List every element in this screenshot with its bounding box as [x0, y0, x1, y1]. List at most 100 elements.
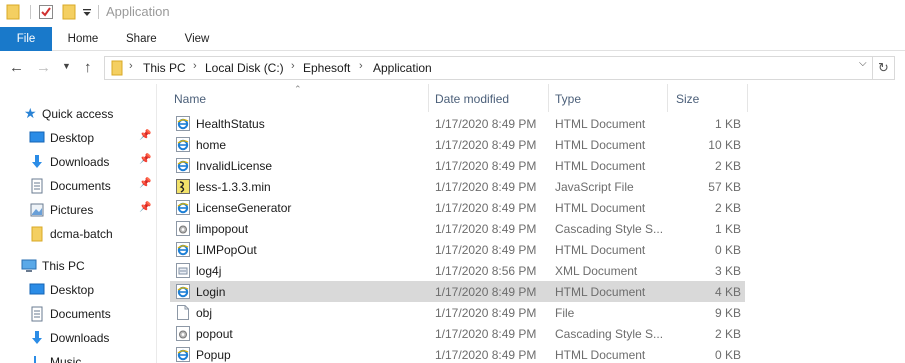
refresh-icon[interactable]: ↻: [873, 56, 895, 80]
desktop-icon: [29, 283, 45, 295]
breadcrumb-chevron-icon[interactable]: ›: [291, 60, 295, 72]
file-type: HTML Document: [555, 138, 646, 152]
column-header-size[interactable]: Size: [676, 92, 699, 114]
table-row[interactable]: obj 1/17/2020 8:49 PM File 9 KB: [170, 302, 745, 323]
column-header-name[interactable]: Name: [174, 92, 206, 114]
nav-item-documents[interactable]: Documents 📌: [0, 175, 156, 197]
pin-icon[interactable]: 📌: [139, 154, 151, 165]
file-date-modified: 1/17/2020 8:49 PM: [435, 285, 537, 299]
music-icon: [34, 356, 36, 363]
nav-pc-music[interactable]: Music: [0, 351, 156, 363]
documents-icon: [31, 178, 43, 194]
html-icon: [176, 116, 190, 131]
pin-icon[interactable]: 📌: [139, 130, 151, 141]
pin-icon[interactable]: 📌: [139, 202, 151, 213]
tab-share[interactable]: Share: [126, 27, 157, 51]
back-arrow-icon[interactable]: ←: [9, 59, 24, 76]
file-date-modified: 1/17/2020 8:56 PM: [435, 264, 537, 278]
navigation-pane: ★ Quick access Desktop 📌 Downloads 📌 Doc…: [0, 92, 156, 363]
nav-label: Downloads: [50, 155, 110, 169]
nav-label: Documents: [50, 307, 111, 321]
breadcrumb-application[interactable]: Application: [373, 61, 432, 75]
folder-icon: [6, 4, 20, 20]
breadcrumb-chevron-icon[interactable]: ›: [193, 60, 197, 72]
table-row[interactable]: Login 1/17/2020 8:49 PM HTML Document 4 KB: [170, 281, 745, 302]
table-row[interactable]: less-1.3.3.min 1/17/2020 8:49 PM JavaScrip…: [170, 176, 745, 197]
recent-locations-icon[interactable]: ▼: [62, 61, 71, 71]
table-row[interactable]: LIMPopOut 1/17/2020 8:49 PM HTML Document 0…: [170, 239, 745, 260]
pin-icon[interactable]: 📌: [139, 178, 151, 189]
file-type: HTML Document: [555, 201, 646, 215]
address-bar[interactable]: › This PC › Local Disk (C:) › Ephesoft ›…: [104, 56, 873, 80]
forward-arrow-icon[interactable]: →: [36, 59, 51, 76]
properties-icon[interactable]: [38, 4, 54, 20]
file-type: HTML Document: [555, 348, 646, 362]
js-icon: [176, 179, 190, 194]
file-date-modified: 1/17/2020 8:49 PM: [435, 138, 537, 152]
breadcrumb-chevron-icon[interactable]: ›: [129, 60, 133, 72]
breadcrumb-local-disk[interactable]: Local Disk (C:): [205, 61, 284, 75]
toolbar-divider: [98, 5, 99, 19]
star-icon: ★: [24, 105, 37, 121]
table-row[interactable]: limpopout 1/17/2020 8:49 PM Cascading Styl…: [170, 218, 745, 239]
file-date-modified: 1/17/2020 8:49 PM: [435, 201, 537, 215]
file-date-modified: 1/17/2020 8:49 PM: [435, 117, 537, 131]
pane-divider[interactable]: [156, 84, 157, 363]
sort-ascending-icon: ⌃: [294, 84, 302, 94]
html-icon: [176, 137, 190, 152]
file-name: LIMPopOut: [196, 243, 257, 257]
file-date-modified: 1/17/2020 8:49 PM: [435, 306, 537, 320]
file-date-modified: 1/17/2020 8:49 PM: [435, 243, 537, 257]
tab-home[interactable]: Home: [66, 27, 100, 51]
column-divider[interactable]: [747, 84, 748, 112]
file-type: XML Document: [555, 264, 638, 278]
file-name: home: [196, 138, 227, 152]
breadcrumb-ephesoft[interactable]: Ephesoft: [303, 61, 350, 75]
file-name: limpopout: [196, 222, 249, 236]
up-arrow-icon[interactable]: ↑: [84, 59, 92, 76]
table-row[interactable]: Popup 1/17/2020 8:49 PM HTML Document 0 KB: [170, 344, 745, 363]
css-icon: [176, 221, 190, 236]
nav-item-pictures[interactable]: Pictures 📌: [0, 199, 156, 221]
pictures-icon: [30, 203, 44, 217]
nav-label: Documents: [50, 179, 111, 193]
column-divider[interactable]: [548, 84, 549, 112]
column-divider[interactable]: [667, 84, 668, 112]
table-row[interactable]: InvalidLicense 1/17/2020 8:49 PM HTML Docu…: [170, 155, 745, 176]
file-name: Popup: [196, 348, 231, 362]
html-icon: [176, 200, 190, 215]
table-row[interactable]: LicenseGenerator 1/17/2020 8:49 PM HTML Do…: [170, 197, 745, 218]
file-date-modified: 1/17/2020 8:49 PM: [435, 327, 537, 341]
nav-pc-desktop[interactable]: Desktop: [0, 279, 156, 301]
html-icon: [176, 242, 190, 257]
file-size: 2 KB: [714, 159, 741, 173]
nav-item-downloads[interactable]: Downloads 📌: [0, 151, 156, 173]
nav-pc-documents[interactable]: Documents: [0, 303, 156, 325]
table-row[interactable]: popout 1/17/2020 8:49 PM Cascading Style S…: [170, 323, 745, 344]
nav-pc-downloads[interactable]: Downloads: [0, 327, 156, 349]
nav-quick-access[interactable]: ★ Quick access: [0, 103, 156, 125]
breadcrumb-chevron-icon[interactable]: ›: [359, 60, 363, 72]
nav-this-pc[interactable]: This PC: [0, 255, 156, 277]
file-type: HTML Document: [555, 285, 646, 299]
breadcrumb-this-pc[interactable]: This PC: [143, 61, 186, 75]
column-header-date[interactable]: Date modified: [435, 92, 509, 114]
file-list: ⌃ Name Date modified Type Size HealthSta…: [170, 84, 905, 363]
table-row[interactable]: home 1/17/2020 8:49 PM HTML Document 10 KB: [170, 134, 745, 155]
customize-toolbar-icon[interactable]: [82, 8, 92, 18]
tab-file[interactable]: File: [0, 27, 52, 51]
new-folder-icon[interactable]: [62, 4, 76, 20]
file-date-modified: 1/17/2020 8:49 PM: [435, 159, 537, 173]
file-name: LicenseGenerator: [196, 201, 292, 215]
table-row[interactable]: HealthStatus 1/17/2020 8:49 PM HTML Docume…: [170, 113, 745, 134]
nav-label: dcma-batch: [50, 227, 113, 241]
computer-icon: [21, 259, 37, 272]
column-divider[interactable]: [428, 84, 429, 112]
nav-item-dcma-batch[interactable]: dcma-batch: [0, 223, 156, 245]
address-dropdown-icon[interactable]: ⌵: [859, 58, 867, 69]
tab-view[interactable]: View: [184, 27, 210, 51]
column-header-type[interactable]: Type: [555, 92, 581, 114]
documents-icon: [31, 306, 43, 322]
nav-item-desktop[interactable]: Desktop 📌: [0, 127, 156, 149]
table-row[interactable]: log4j 1/17/2020 8:56 PM XML Document 3 KB: [170, 260, 745, 281]
